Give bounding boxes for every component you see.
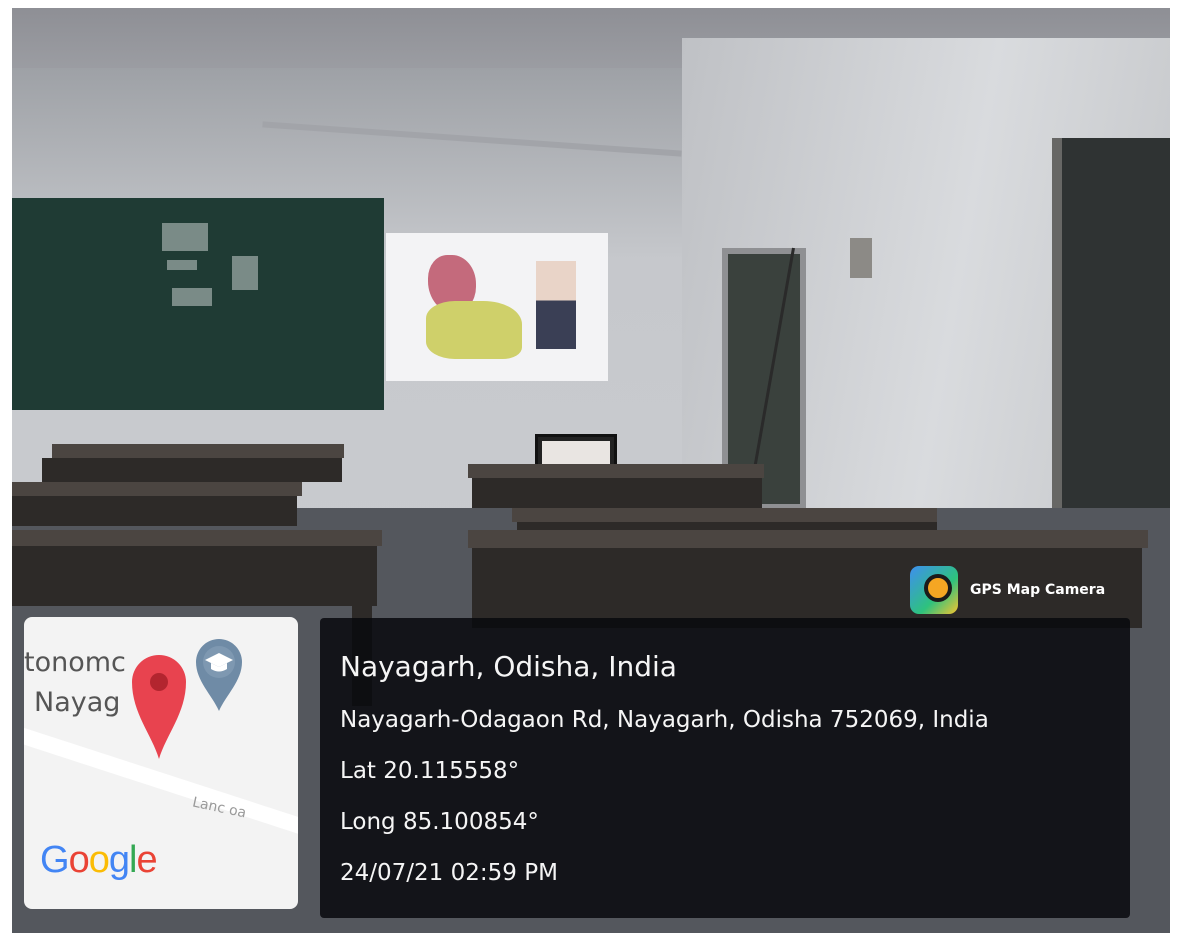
bench bbox=[468, 464, 764, 478]
graduation-cap-pin-icon bbox=[196, 639, 242, 711]
map-label-line2: Nayag bbox=[34, 687, 121, 718]
address-text: Nayagarh-Odagaon Rd, Nayagarh, Odisha 75… bbox=[340, 707, 989, 733]
timestamp-text: 24/07/21 02:59 PM bbox=[340, 860, 558, 886]
app-name-label: GPS Map Camera bbox=[970, 582, 1106, 598]
map-thumbnail: tonomc Nayag Lanc oa Google bbox=[24, 617, 298, 909]
side-door bbox=[1052, 138, 1170, 558]
bench bbox=[12, 530, 382, 546]
bench bbox=[512, 508, 937, 522]
google-logo: Google bbox=[40, 839, 158, 881]
longitude-text: Long 85.100854° bbox=[340, 809, 539, 835]
bench bbox=[52, 444, 344, 458]
projector-screen-image bbox=[386, 233, 608, 381]
bench bbox=[468, 530, 1148, 548]
blackboard bbox=[12, 198, 384, 410]
map-label-line1: tonomc bbox=[24, 647, 126, 678]
latitude-text: Lat 20.115558° bbox=[340, 758, 520, 784]
red-location-pin-icon bbox=[132, 655, 186, 759]
switch-box bbox=[850, 238, 872, 278]
bench bbox=[12, 482, 302, 496]
gps-map-camera-icon bbox=[910, 566, 958, 614]
gps-map-camera-badge: GPS Map Camera bbox=[908, 564, 1134, 620]
place-title: Nayagarh, Odisha, India bbox=[340, 650, 677, 683]
